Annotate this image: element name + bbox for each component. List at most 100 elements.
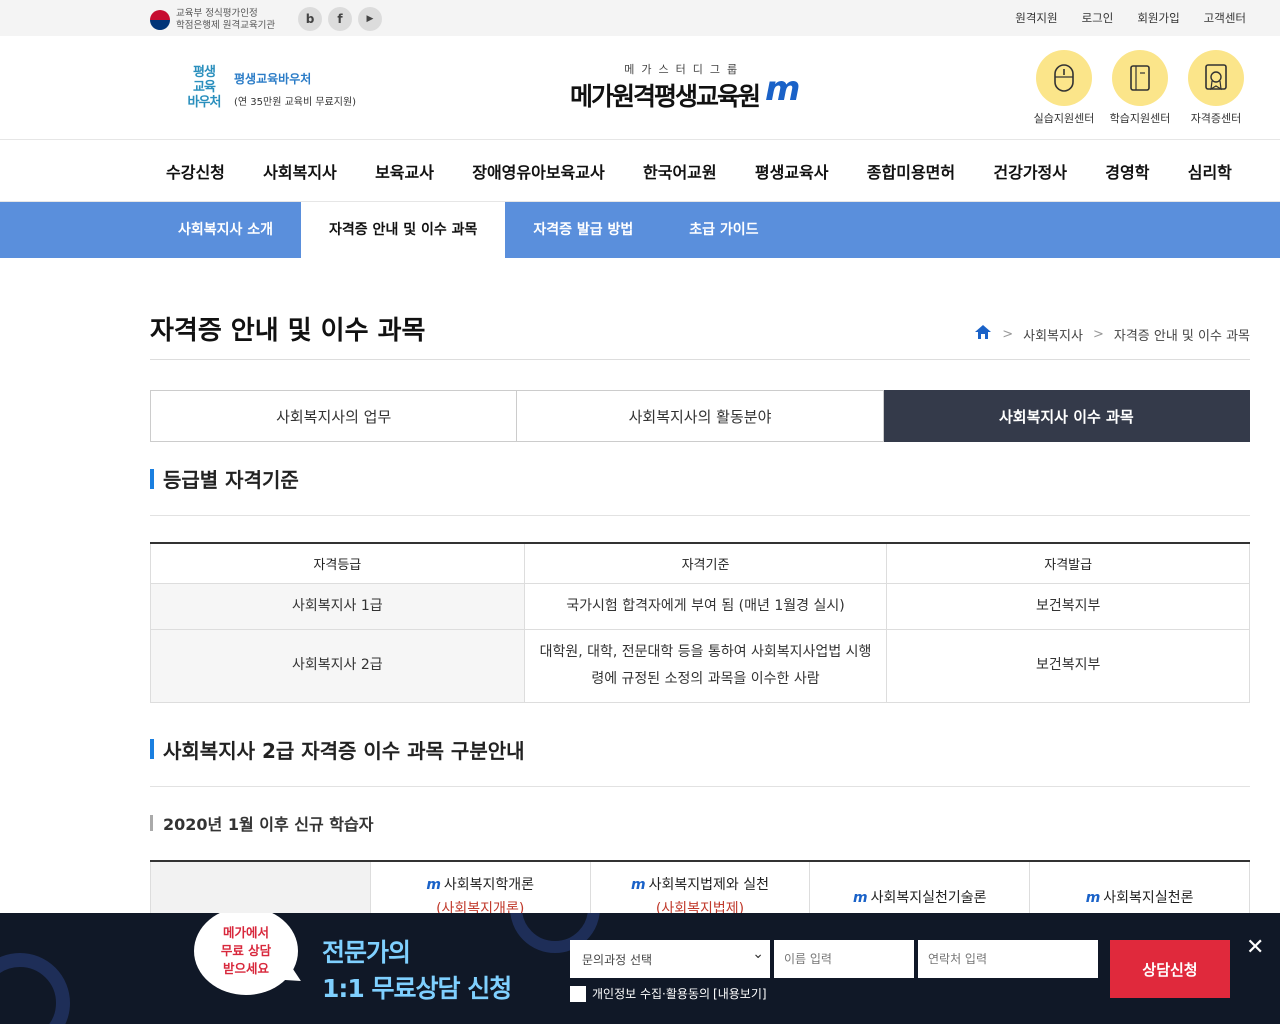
government-emblem-icon [150,10,170,30]
table-cell: 대학원, 대학, 전문대학 등을 통하여 사회복지사업법 시행령에 규정된 소정… [523,628,888,703]
site-header: 평생 교육 바우처 평생교육바우처 (연 35만원 교육비 무료지원) 메가스터디그… [0,36,1280,140]
table-header-row: 자격등급 자격기준 자격발급 [150,543,1250,584]
nav-business[interactable]: 경영학 [1105,159,1149,183]
nav-social-worker[interactable]: 사회복지사 [263,159,337,183]
brand-mark-icon: m [631,876,646,893]
table-row: 사회복지사 2급 대학원, 대학, 전문대학 등을 통하여 사회복지사업법 시행… [150,628,1250,703]
blog-icon[interactable]: b [298,7,322,31]
utility-links: 원격지원 로그인 회원가입 고객센터 [1015,10,1246,26]
subnav-issuance[interactable]: 자격증 발급 방법 [505,202,661,258]
table-cell: 국가시험 합격자에게 부여 됨 (매년 1월경 실시) [523,582,888,630]
mouse-icon [1036,50,1092,106]
brand-mark-icon: m [426,876,441,893]
course-name: 사회복지실천론 [1103,889,1194,906]
gov-certification: 교육부 정식평가인정 학점은행제 원격교육기관 [150,8,275,32]
sns-links: b f ▶ [298,7,382,31]
grade-table: 자격등급 자격기준 자격발급 사회복지사 1급 국가시험 합격자에게 부여 됨 … [150,542,1250,703]
nav-psychology[interactable]: 심리학 [1188,159,1232,183]
column-header: 자격기준 [523,543,888,584]
section-title: 등급별 자격기준 [150,442,1250,516]
sub-navigation: 사회복지사 소개 자격증 안내 및 이수 과목 자격증 발급 방법 초급 가이드 [0,202,1280,258]
consent-view-link[interactable]: [내용보기] [713,985,767,1002]
home-icon[interactable] [974,324,992,344]
voucher-logo: 평생 교육 바우처 [187,65,222,110]
table-cell: 보건복지부 [886,628,1250,703]
privacy-consent: 개인정보 수집·활용동의 [내용보기] [570,985,767,1002]
certificate-center-label: 자격증센터 [1190,112,1242,125]
remote-support-link[interactable]: 원격지원 [1015,10,1057,26]
chevron-right-icon: > [1092,326,1104,342]
subnav-guide[interactable]: 초급 가이드 [661,202,786,258]
breadcrumb-item[interactable]: 사회복지사 [1023,325,1083,344]
breadcrumb: > 사회복지사 > 자격증 안내 및 이수 과목 [974,324,1250,344]
table-cell: 사회복지사 1급 [150,582,525,630]
column-header: 자격발급 [886,543,1250,584]
nav-beauty-license[interactable]: 종합미용면허 [867,159,955,183]
column-header: 자격등급 [150,543,525,584]
subnav-intro[interactable]: 사회복지사 소개 [150,202,301,258]
practice-center-link[interactable]: 실습지원센터 [1034,50,1094,126]
consultation-banner: 메가에서 무료 상담 받으세요 전문가의 1:1 무료상담 신청 문의과정 선택… [0,913,1280,1024]
speech-bubble: 메가에서 무료 상담 받으세요 [194,913,298,995]
certificate-center-link[interactable]: 자격증센터 [1186,50,1246,126]
course-name: 사회복지학개론 [443,876,535,893]
consent-label: 개인정보 수집·활용동의 [592,987,711,1001]
bubble-text: 메가에서 무료 상담 받으세요 [220,925,272,976]
nav-special-childcare[interactable]: 장애영유아보육교사 [472,159,604,183]
customer-center-link[interactable]: 고객센터 [1204,10,1246,26]
nav-childcare-teacher[interactable]: 보육교사 [375,159,434,183]
brand-mark-icon: m [1085,889,1101,906]
voucher-sub: (연 35만원 교육비 무료지원) [234,97,357,108]
brand-mark-icon: m [765,69,800,109]
voucher-title: 평생교육바우처 [234,72,312,86]
voucher-banner[interactable]: 평생 교육 바우처 평생교육바우처 (연 35만원 교육비 무료지원) [184,65,357,113]
nav-family-specialist[interactable]: 건강가정사 [993,159,1067,183]
consent-checkbox[interactable] [570,985,586,1002]
site-logo[interactable]: 메가스터디그룹 메가원격평생교육원 m [570,61,800,113]
name-input[interactable] [774,940,914,978]
course-select[interactable]: 문의과정 선택 [570,940,770,978]
phone-input[interactable] [918,940,1098,978]
brand-name: 메가원격평생교육원 [570,82,761,111]
consult-submit-button[interactable]: 상담신청 [1110,940,1230,998]
nav-lifelong-educator[interactable]: 평생교육사 [755,159,829,183]
youtube-icon[interactable]: ▶ [358,7,382,31]
signup-link[interactable]: 회원가입 [1137,10,1179,26]
content-tabs: 사회복지사의 업무 사회복지사의 활동분야 사회복지사 이수 과목 [150,390,1250,442]
study-center-label: 학습지원센터 [1109,112,1171,125]
tab-courses[interactable]: 사회복지사 이수 과목 [883,390,1250,442]
main-navigation: 수강신청 사회복지사 보육교사 장애영유아보육교사 한국어교원 평생교육사 종합… [0,140,1280,202]
login-link[interactable]: 로그인 [1082,10,1114,26]
close-icon[interactable]: ✕ [1246,935,1264,960]
gov-line1: 교육부 정식평가인정 [176,8,258,19]
banner-title: 전문가의 1:1 무료상담 신청 [322,935,512,1007]
study-center-link[interactable]: 학습지원센터 [1110,50,1170,126]
breadcrumb-item[interactable]: 자격증 안내 및 이수 과목 [1114,325,1250,344]
nav-enroll[interactable]: 수강신청 [166,159,225,183]
chevron-right-icon: > [1002,326,1014,342]
tab-fields[interactable]: 사회복지사의 활동분야 [517,390,884,442]
main-content: 자격증 안내 및 이수 과목 > 사회복지사 > 자격증 안내 및 이수 과목 … [0,258,1280,931]
top-utility-bar: 교육부 정식평가인정 학점은행제 원격교육기관 b f ▶ 원격지원 로그인 회… [0,0,1280,36]
banner-title-line1: 전문가의 [322,938,411,967]
support-centers: 실습지원센터 학습지원센터 자격증센터 [1034,50,1246,126]
page-title: 자격증 안내 및 이수 과목 [150,316,426,346]
section-title: 사회복지사 2급 자격증 이수 과목 구분안내 [150,713,1250,787]
table-row: 사회복지사 1급 국가시험 합격자에게 부여 됨 (매년 1월경 실시) 보건복… [150,582,1250,630]
brand-mark-icon: m [853,889,868,906]
sub-section-title: 2020년 1월 이후 신규 학습자 [150,787,1250,860]
banner-title-line2: 1:1 무료상담 신청 [322,974,512,1003]
certificate-icon [1188,50,1244,106]
subnav-certificate-courses[interactable]: 자격증 안내 및 이수 과목 [301,202,506,258]
tab-duties[interactable]: 사회복지사의 업무 [150,390,518,442]
table-cell: 보건복지부 [886,582,1250,630]
notebook-icon [1112,50,1168,106]
nav-korean-teacher[interactable]: 한국어교원 [643,159,717,183]
table-cell: 사회복지사 2급 [150,628,525,703]
course-name: 사회복지실천기술론 [870,889,987,906]
page-header: 자격증 안내 및 이수 과목 > 사회복지사 > 자격증 안내 및 이수 과목 [150,258,1250,360]
course-name: 사회복지법제와 실천 [648,876,769,893]
decorative-ring [0,953,70,1024]
facebook-icon[interactable]: f [328,7,352,31]
gov-line2: 학점은행제 원격교육기관 [176,20,276,31]
